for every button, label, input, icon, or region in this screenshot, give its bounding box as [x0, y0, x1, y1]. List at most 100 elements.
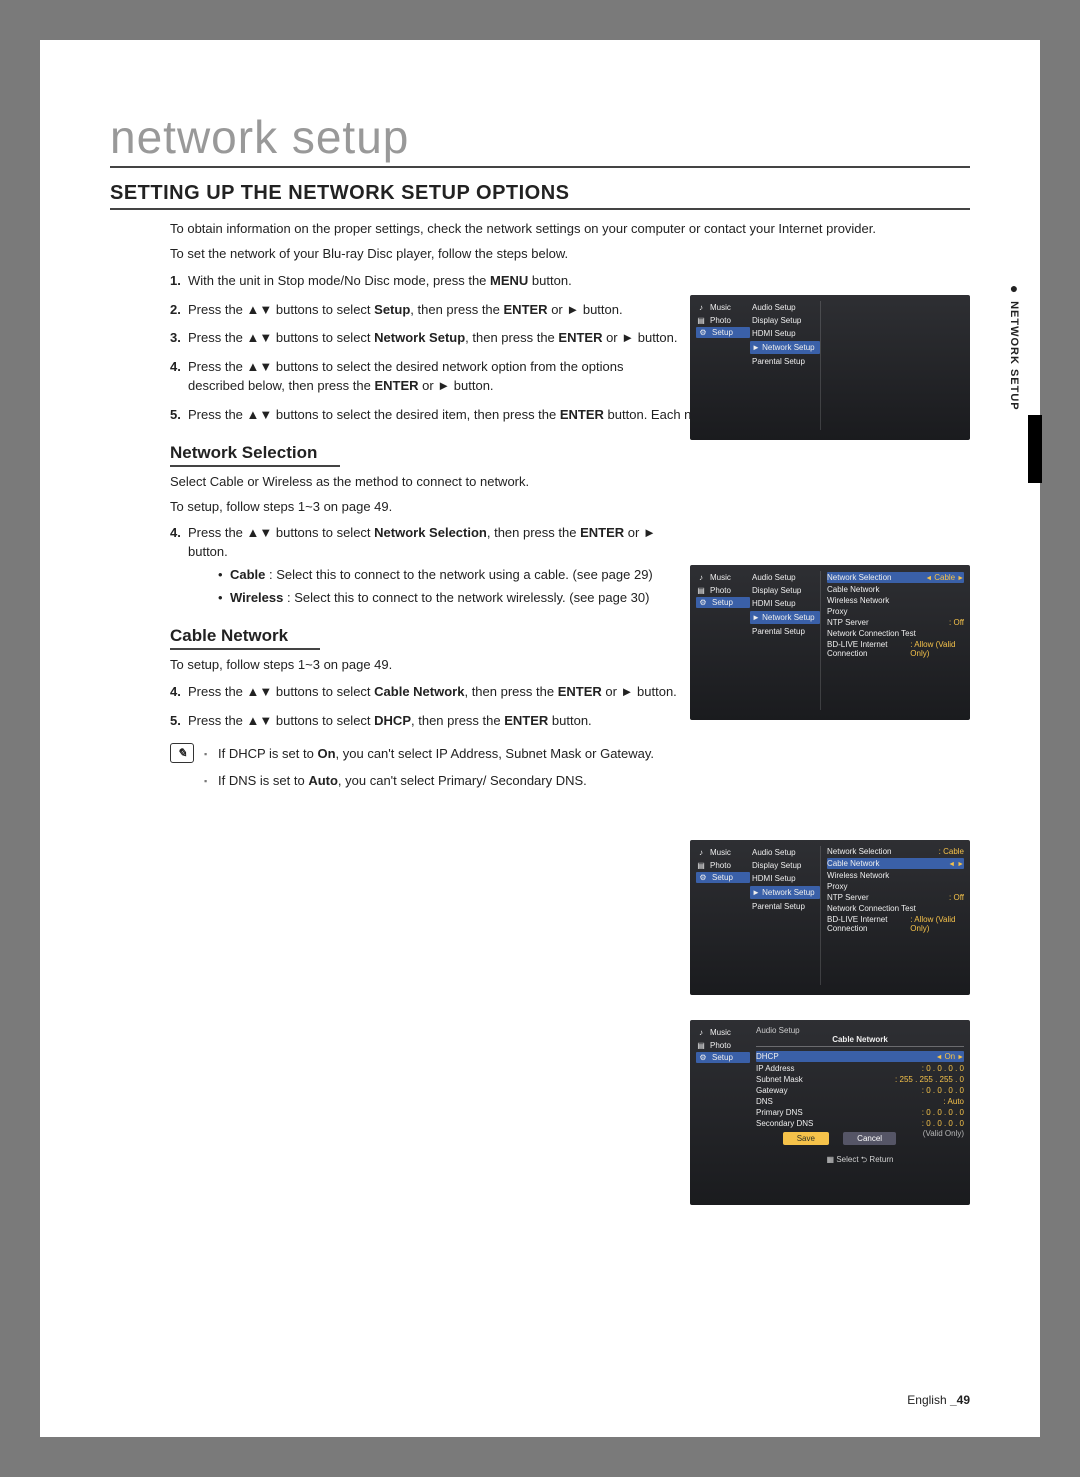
page: network setup SETTING UP THE NETWORK SET… — [40, 40, 1040, 1437]
cn-step4-bold: Cable Network — [374, 684, 464, 699]
shot4-valid-only: (Valid Only) — [923, 1129, 964, 1138]
screenshot-network-selection: ♪Music▤Photo⚙Setup Audio SetupDisplay Se… — [690, 565, 970, 720]
shot-right-item: Proxy — [827, 606, 964, 617]
note-1-post: , you can't select IP Address, Subnet Ma… — [336, 746, 655, 761]
shot-right-item: Wireless Network — [827, 870, 964, 881]
shot-right-item: Proxy — [827, 881, 964, 892]
note-1: If DHCP is set to On, you can't select I… — [204, 745, 654, 763]
shot-right-item: Cable Network — [827, 584, 964, 595]
cn-step4-post2: or ► button. — [602, 684, 677, 699]
shot4-row: DHCPOn — [756, 1051, 964, 1062]
shot-left-photo: ▤Photo — [696, 1039, 750, 1052]
shot-mid-item: Display Setup — [750, 859, 820, 872]
shot-right-item: BD-LIVE Internet Connection: Allow (Vali… — [827, 639, 964, 659]
shot-right-item: Wireless Network — [827, 595, 964, 606]
cn-steps: 4. Press the ▲▼ buttons to select Cable … — [170, 683, 680, 731]
shot-mid-item: ► Network Setup — [750, 611, 820, 624]
ns-step4-bold2: ENTER — [580, 525, 624, 540]
shot-mid-item: Display Setup — [750, 314, 820, 327]
shot4-row: Secondary DNS: 0 . 0 . 0 . 0 — [756, 1118, 964, 1129]
note-block: ✎ If DHCP is set to On, you can't select… — [170, 743, 680, 797]
ns-bullet-cable: Cable : Select this to connect to the ne… — [218, 566, 680, 585]
ns-para-2: To setup, follow steps 1~3 on page 49. — [170, 498, 680, 517]
ns-bullet-wireless: Wireless : Select this to connect to the… — [218, 589, 680, 608]
ns-steps: 4. Press the ▲▼ buttons to select Networ… — [170, 524, 680, 607]
cn-step5-pre: Press the ▲▼ buttons to select — [188, 713, 374, 728]
shot4-row: Gateway: 0 . 0 . 0 . 0 — [756, 1085, 964, 1096]
shot-mid-item: ► Network Setup — [750, 341, 820, 354]
main-step-4: 4.Press the ▲▼ buttons to select the des… — [170, 358, 680, 396]
shot-left-music: ♪Music — [696, 571, 750, 584]
shot-mid-item: HDMI Setup — [750, 327, 820, 340]
shot-right-item: Cable Network — [827, 858, 964, 869]
ns-step4-post: , then press the — [487, 525, 580, 540]
shot4-row: IP Address: 0 . 0 . 0 . 0 — [756, 1063, 964, 1074]
shot-mid-item: Parental Setup — [750, 900, 820, 913]
footer-language: English — [907, 1393, 950, 1407]
shot-mid-item: HDMI Setup — [750, 872, 820, 885]
cn-step4-post: , then press the — [464, 684, 557, 699]
shot-left-photo: ▤Photo — [696, 584, 750, 597]
chapter-title: network setup — [110, 110, 970, 168]
cn-para-1: To setup, follow steps 1~3 on page 49. — [170, 656, 680, 675]
page-footer: English _49 — [907, 1393, 970, 1407]
shot4-row: Primary DNS: 0 . 0 . 0 . 0 — [756, 1107, 964, 1118]
shot-left-setup: ⚙Setup — [696, 1052, 750, 1063]
ns-bullet-wireless-bold: Wireless — [230, 590, 283, 605]
screenshot-setup-menu: ♪Music▤Photo⚙Setup Audio SetupDisplay Se… — [690, 295, 970, 440]
shot4-cancel-button: Cancel — [843, 1132, 896, 1145]
shot-mid-item: Audio Setup — [750, 301, 820, 314]
intro-para-2: To set the network of your Blu-ray Disc … — [170, 245, 970, 264]
shot-mid-item: Parental Setup — [750, 625, 820, 638]
note-2-pre: If DNS is set to — [218, 773, 308, 788]
shot4-save-button: Save — [783, 1132, 829, 1145]
ns-bullet-wireless-text: : Select this to connect to the network … — [283, 590, 649, 605]
screenshot-cable-network-dhcp: ♪Music▤Photo⚙Setup Audio Setup Cable Net… — [690, 1020, 970, 1205]
side-black-marker — [1028, 415, 1042, 483]
ns-bullet-cable-bold: Cable — [230, 567, 265, 582]
cn-step5-bold2: ENTER — [504, 713, 548, 728]
shot-right-item: NTP Server: Off — [827, 892, 964, 903]
shot-left-music: ♪Music — [696, 301, 750, 314]
ns-step4-pre: Press the ▲▼ buttons to select — [188, 525, 374, 540]
shot-right-item: NTP Server: Off — [827, 617, 964, 628]
cn-step4-bold2: ENTER — [558, 684, 602, 699]
note-1-bold: On — [317, 746, 335, 761]
footer-page-number: _49 — [950, 1393, 970, 1407]
shot-right-item: Network Connection Test — [827, 628, 964, 639]
shot-mid-item: Parental Setup — [750, 355, 820, 368]
cn-step5-post2: button. — [548, 713, 591, 728]
ns-step4-bold: Network Selection — [374, 525, 487, 540]
shot-mid-item: Audio Setup — [750, 846, 820, 859]
shot-mid-item: ► Network Setup — [750, 886, 820, 899]
cn-step4-pre: Press the ▲▼ buttons to select — [188, 684, 374, 699]
ns-para-1: Select Cable or Wireless as the method t… — [170, 473, 680, 492]
cn-step5-bold: DHCP — [374, 713, 411, 728]
main-step-2: 2.Press the ▲▼ buttons to select Setup, … — [170, 301, 680, 320]
shot4-row: DNS: Auto — [756, 1096, 964, 1107]
side-tab: ● NETWORK SETUP — [1004, 280, 1022, 411]
side-tab-text: NETWORK SETUP — [1008, 301, 1020, 411]
note-2-bold: Auto — [308, 773, 338, 788]
main-step-3: 3.Press the ▲▼ buttons to select Network… — [170, 329, 680, 348]
shot-right-item: BD-LIVE Internet Connection: Allow (Vali… — [827, 914, 964, 934]
screenshot-cable-network-select: ♪Music▤Photo⚙Setup Audio SetupDisplay Se… — [690, 840, 970, 995]
shot4-title: Cable Network — [756, 1035, 964, 1047]
shot-left-setup: ⚙Setup — [696, 327, 750, 338]
shot4-bottom-bar: ▦ Select ⮌ Return — [756, 1154, 964, 1168]
shot-left-photo: ▤Photo — [696, 859, 750, 872]
shot-left-setup: ⚙Setup — [696, 597, 750, 608]
shot-left-music: ♪Music — [696, 846, 750, 859]
shot-right-item: Network SelectionCable — [827, 572, 964, 583]
shot-mid-item: Display Setup — [750, 584, 820, 597]
intro-para-1: To obtain information on the proper sett… — [170, 220, 970, 239]
shot4-audio-setup: Audio Setup — [756, 1026, 964, 1035]
shot-left-setup: ⚙Setup — [696, 872, 750, 883]
shot-mid-item: Audio Setup — [750, 571, 820, 584]
shot-mid-item: HDMI Setup — [750, 597, 820, 610]
shot-right-item: Network Selection: Cable — [827, 846, 964, 857]
note-1-pre: If DHCP is set to — [218, 746, 317, 761]
note-2-post: , you can't select Primary/ Secondary DN… — [338, 773, 587, 788]
section-title: SETTING UP THE NETWORK SETUP OPTIONS — [110, 182, 970, 210]
note-2: If DNS is set to Auto, you can't select … — [204, 772, 654, 790]
